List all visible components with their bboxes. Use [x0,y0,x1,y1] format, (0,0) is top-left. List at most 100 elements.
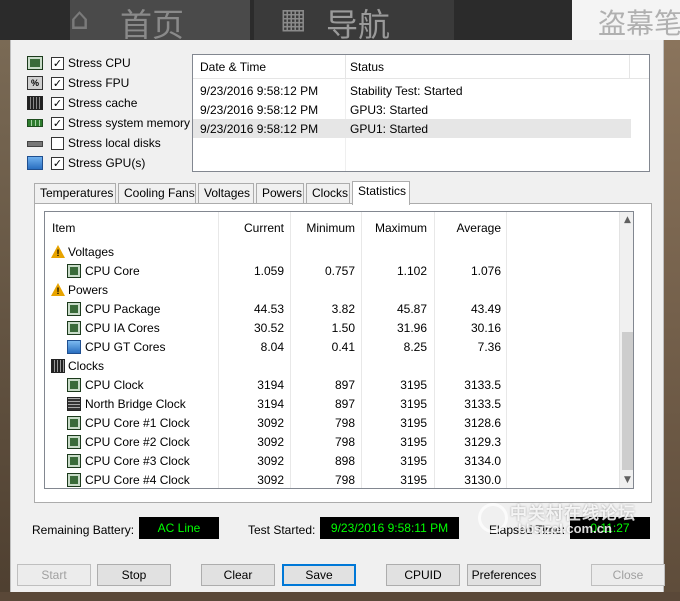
background-top-right: 盗幕笔 [572,0,680,40]
log-header-status[interactable]: Status [350,60,384,74]
stat-row[interactable]: CPU Core #1 Clock 3092 798 3195 3128.6 [45,414,619,433]
stat-current: 30.52 [253,321,284,335]
statistics-panel: Item Current Minimum Maximum Average ! V… [34,203,652,503]
stat-row[interactable]: CPU Core #3 Clock 3092 898 3195 3134.0 [45,452,619,471]
stress-disks-checkbox[interactable] [51,137,64,150]
scroll-thumb[interactable] [622,332,633,470]
stat-average: 3133.5 [464,397,501,411]
statistics-table[interactable]: Item Current Minimum Maximum Average ! V… [44,211,634,489]
stat-average: 3128.6 [464,416,501,430]
stat-row[interactable]: CPU IA Cores 30.52 1.50 31.96 30.16 [45,319,619,338]
close-button[interactable]: Close [591,564,665,586]
group-name: Voltages [68,245,115,259]
stat-row[interactable]: CPU Core #4 Clock 3092 798 3195 3130.0 [45,471,619,488]
header-current[interactable]: Current [220,221,284,235]
stop-button[interactable]: Stop [97,564,171,586]
tab-clocks[interactable]: Clocks [306,183,350,204]
stat-current: 3194 [257,397,284,411]
stat-minimum: 0.41 [331,340,355,354]
gpu-icon [27,156,43,170]
stress-disks-option[interactable]: Stress local disks [27,134,197,154]
cpu-chip-icon [67,302,81,316]
stat-name: CPU GT Cores [85,340,166,354]
scroll-down-icon[interactable]: ▼ [620,472,633,488]
stress-gpu-checkbox[interactable]: ✓ [51,157,64,170]
statistics-header: Item Current Minimum Maximum Average [45,212,619,243]
header-minimum[interactable]: Minimum [291,221,355,235]
header-item[interactable]: Item [52,221,75,235]
header-average[interactable]: Average [437,221,501,235]
header-maximum[interactable]: Maximum [363,221,427,235]
group-row-clocks[interactable]: Clocks [45,357,619,376]
stress-cache-option[interactable]: ✓ Stress cache [27,94,197,114]
test-started-label: Test Started: [248,523,316,537]
stat-current: 3092 [257,454,284,468]
stress-cpu-checkbox[interactable]: ✓ [51,57,64,70]
stat-current: 3092 [257,416,284,430]
stat-name: CPU Package [85,302,161,316]
stat-maximum: 1.102 [396,264,427,278]
cpu-chip-icon [67,264,81,278]
cpu-chip-icon [67,473,81,487]
start-button[interactable]: Start [17,564,91,586]
log-row[interactable]: 9/23/2016 9:58:12 PM Stability Test: Sta… [193,81,631,100]
stress-cpu-option[interactable]: ✓ Stress CPU [27,54,197,74]
warning-icon: ! [51,283,65,297]
stat-name: CPU Core #2 Clock [85,435,190,449]
stat-average: 3133.5 [464,378,501,392]
log-header-separator [345,55,346,79]
background-right-strip [664,40,680,601]
stat-row[interactable]: CPU Package 44.53 3.82 45.87 43.49 [45,300,619,319]
group-row-powers[interactable]: ! Powers [45,281,619,300]
tab-temperatures[interactable]: Temperatures [34,183,116,204]
stress-cpu-label: Stress CPU [68,56,131,70]
tab-powers[interactable]: Powers [256,183,304,204]
stat-current: 3092 [257,435,284,449]
clear-button[interactable]: Clear [201,564,275,586]
log-header: Date & Time Status [193,55,649,79]
stat-minimum: 897 [334,397,355,411]
statistics-scrollbar[interactable]: ▲ ▼ [619,212,633,488]
cpu-chip-icon [67,416,81,430]
save-button[interactable]: Save [282,564,356,586]
stress-gpu-option[interactable]: ✓ Stress GPU(s) [27,154,197,174]
test-started-value: 9/23/2016 9:58:11 PM [320,517,459,539]
stat-row[interactable]: CPU Core 1.059 0.757 1.102 1.076 [45,262,619,281]
scroll-up-icon[interactable]: ▲ [620,212,633,228]
tab-statistics[interactable]: Statistics [352,181,410,205]
stat-row[interactable]: North Bridge Clock 3194 897 3195 3133.5 [45,395,619,414]
stress-memory-option[interactable]: ✓ Stress system memory [27,114,197,134]
stress-fpu-checkbox[interactable]: ✓ [51,77,64,90]
tab-voltages[interactable]: Voltages [198,183,254,204]
cpu-chip-icon [27,56,43,70]
gpu-icon [67,340,81,354]
preferences-button[interactable]: Preferences [467,564,541,586]
stress-cache-checkbox[interactable]: ✓ [51,97,64,110]
cpuid-button[interactable]: CPUID [386,564,460,586]
stat-row[interactable]: CPU Clock 3194 897 3195 3133.5 [45,376,619,395]
stat-row[interactable]: CPU GT Cores 8.04 0.41 8.25 7.36 [45,338,619,357]
stat-minimum: 1.50 [331,321,355,335]
stat-current: 3194 [257,378,284,392]
stat-name: CPU IA Cores [85,321,160,335]
stat-maximum: 3195 [400,378,427,392]
log-row[interactable]: 9/23/2016 9:58:12 PM GPU3: Started [193,100,631,119]
stat-name: North Bridge Clock [85,397,186,411]
group-row-voltages[interactable]: ! Voltages [45,243,619,262]
event-log-table[interactable]: Date & Time Status 9/23/2016 9:58:12 PM … [192,54,650,172]
tab-cooling-fans[interactable]: Cooling Fans [118,183,196,204]
stat-maximum: 3195 [400,435,427,449]
stat-maximum: 3195 [400,416,427,430]
stat-minimum: 798 [334,416,355,430]
stress-memory-checkbox[interactable]: ✓ [51,117,64,130]
stat-minimum: 898 [334,454,355,468]
clock-chip-icon [51,359,65,373]
log-datetime: 9/23/2016 9:58:12 PM [200,122,319,136]
stat-row[interactable]: CPU Core #2 Clock 3092 798 3195 3129.3 [45,433,619,452]
log-row-selected[interactable]: 9/23/2016 9:58:12 PM GPU1: Started [193,119,631,138]
stat-name: CPU Clock [85,378,144,392]
stress-fpu-option[interactable]: % ✓ Stress FPU [27,74,197,94]
log-header-datetime[interactable]: Date & Time [200,60,266,74]
background-nav-daohang: ▦ 导航 [254,0,454,44]
stress-disks-label: Stress local disks [68,136,161,150]
